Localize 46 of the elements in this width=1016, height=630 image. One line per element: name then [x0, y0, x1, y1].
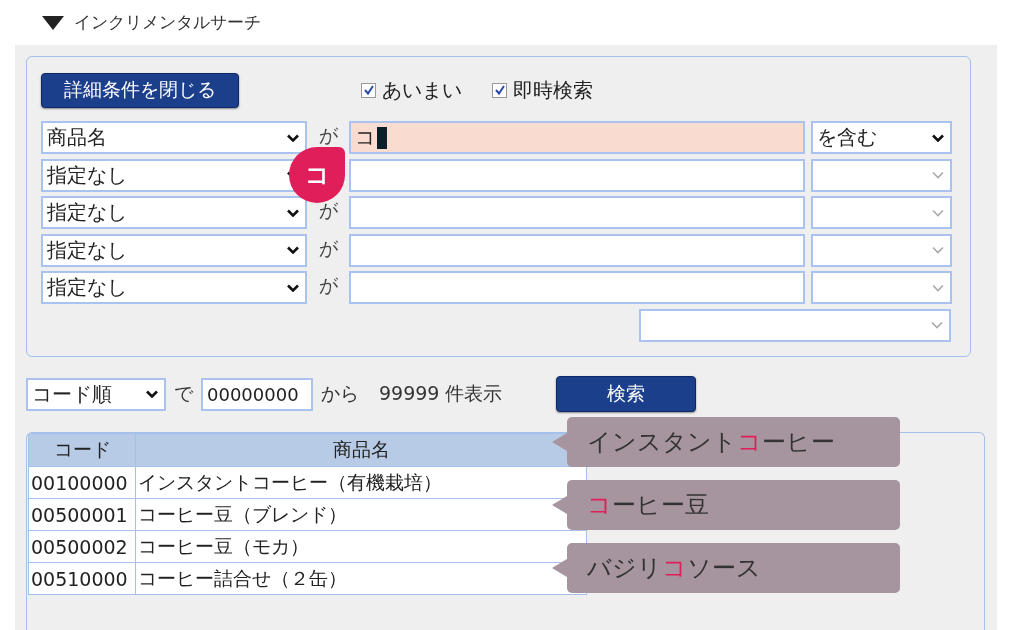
search-input[interactable]: コ	[349, 121, 805, 154]
search-button[interactable]: 検索	[556, 376, 697, 412]
search-input[interactable]	[349, 158, 805, 192]
start-code-field[interactable]: 00000000	[201, 377, 313, 411]
tooltip-pointer	[552, 433, 567, 451]
table-cell: 00100000	[28, 466, 136, 499]
match-select[interactable]	[811, 271, 952, 304]
field-select[interactable]: 商品名	[41, 121, 307, 154]
from-label: から	[321, 381, 359, 406]
tooltip-pointer	[552, 559, 567, 577]
field-select[interactable]: 指定なし	[41, 196, 307, 229]
connector-label: が	[318, 124, 338, 146]
extra-select[interactable]	[639, 308, 951, 342]
by-label: で	[174, 381, 193, 406]
match-select[interactable]: を含む	[811, 121, 952, 154]
checkbox-label[interactable]: 即時検索	[513, 76, 593, 104]
table-cell: 00500002	[28, 530, 136, 563]
triangle-down-icon[interactable]	[42, 15, 64, 30]
checkbox-label[interactable]: あいまい	[382, 76, 462, 104]
search-input[interactable]	[349, 271, 805, 304]
text-cursor	[377, 126, 387, 149]
connector-label: が	[318, 274, 338, 296]
suggestion-tooltip[interactable]: コ ーヒー豆	[567, 480, 900, 530]
table-cell: 00500001	[28, 498, 136, 531]
character-tooltip: コ	[289, 147, 345, 203]
tooltip-pointer	[552, 496, 567, 514]
checkbox[interactable]	[361, 82, 376, 98]
section-title: インクリメンタルサーチ	[74, 11, 261, 34]
search-input[interactable]	[349, 233, 805, 267]
match-select[interactable]	[811, 196, 952, 229]
table-cell: インスタントコーヒー（有機栽培）	[135, 466, 587, 499]
match-select[interactable]	[811, 158, 952, 192]
table-cell: 00510000	[28, 562, 136, 595]
search-input[interactable]	[349, 196, 805, 229]
sort-select[interactable]: コード順	[26, 377, 166, 411]
connector-label: が	[318, 236, 338, 259]
table-cell: コーヒー豆（モカ）	[135, 530, 587, 563]
suggestion-tooltip[interactable]: バジリ コ ソース	[567, 543, 900, 593]
field-select[interactable]: 指定なし	[41, 233, 307, 267]
column-header: コード	[28, 433, 136, 467]
field-select[interactable]: 指定なし	[41, 271, 307, 304]
suggestion-tooltip[interactable]: インスタント コ ーヒー	[567, 417, 900, 467]
match-select[interactable]	[811, 233, 952, 267]
close-details-button[interactable]: 詳細条件を閉じる	[41, 72, 239, 108]
count-label: 99999 件表示	[379, 381, 503, 406]
checkbox[interactable]	[492, 82, 507, 98]
